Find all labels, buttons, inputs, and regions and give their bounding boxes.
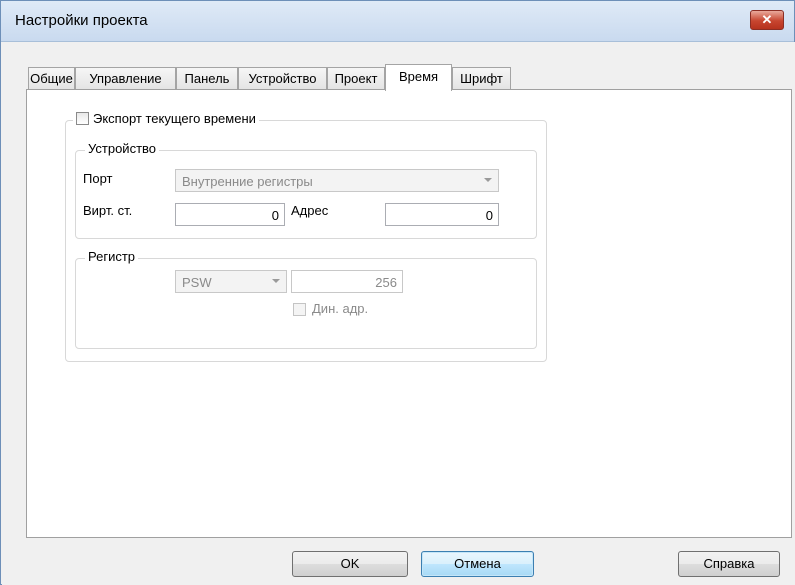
register-type-value: PSW xyxy=(182,275,212,290)
port-select-value: Внутренние регистры xyxy=(182,174,313,189)
dialog-client-area: Общие Управление Панель Устройство Проек… xyxy=(2,42,795,585)
tab-time[interactable]: Время xyxy=(385,64,452,91)
chevron-down-icon xyxy=(272,279,280,283)
help-button[interactable]: Справка xyxy=(678,551,780,577)
title-bar[interactable]: Настройки проекта ✕ xyxy=(1,1,794,42)
export-time-checkbox[interactable] xyxy=(76,112,89,125)
project-settings-dialog: Настройки проекта ✕ Общие Управление Пан… xyxy=(0,0,795,585)
ok-button[interactable]: OK xyxy=(292,551,408,577)
chevron-down-icon xyxy=(484,178,492,182)
register-type-select[interactable]: PSW xyxy=(175,270,287,293)
window-title: Настройки проекта xyxy=(15,12,148,29)
register-group-legend: Регистр xyxy=(85,249,139,264)
tab-general[interactable]: Общие xyxy=(28,67,75,89)
button-bar: OK Отмена Справка xyxy=(2,538,795,585)
tab-control[interactable]: Управление xyxy=(75,67,176,89)
close-icon: ✕ xyxy=(761,12,773,27)
tab-device[interactable]: Устройство xyxy=(238,67,327,89)
dyn-addr-checkbox[interactable] xyxy=(293,303,306,316)
tab-font[interactable]: Шрифт xyxy=(452,67,511,89)
virt-station-label: Вирт. ст. xyxy=(83,203,133,218)
dyn-addr-label: Дин. адр. xyxy=(312,301,369,316)
close-button[interactable]: ✕ xyxy=(750,10,784,30)
export-time-legend: Экспорт текущего времени xyxy=(73,111,259,126)
port-select[interactable]: Внутренние регистры xyxy=(175,169,499,192)
tab-panel[interactable]: Панель xyxy=(176,67,238,89)
virt-station-input[interactable]: 0 xyxy=(175,203,285,226)
export-time-label[interactable]: Экспорт текущего времени xyxy=(93,111,256,126)
address-input[interactable]: 0 xyxy=(385,203,499,226)
tab-project[interactable]: Проект xyxy=(327,67,385,89)
register-address-input[interactable]: 256 xyxy=(291,270,403,293)
address-label: Адрес xyxy=(291,203,329,218)
cancel-button[interactable]: Отмена xyxy=(421,551,534,577)
device-group-legend: Устройство xyxy=(85,141,160,156)
port-label: Порт xyxy=(83,171,113,186)
time-tab-panel: Экспорт текущего времени Устройство Порт… xyxy=(26,89,792,538)
